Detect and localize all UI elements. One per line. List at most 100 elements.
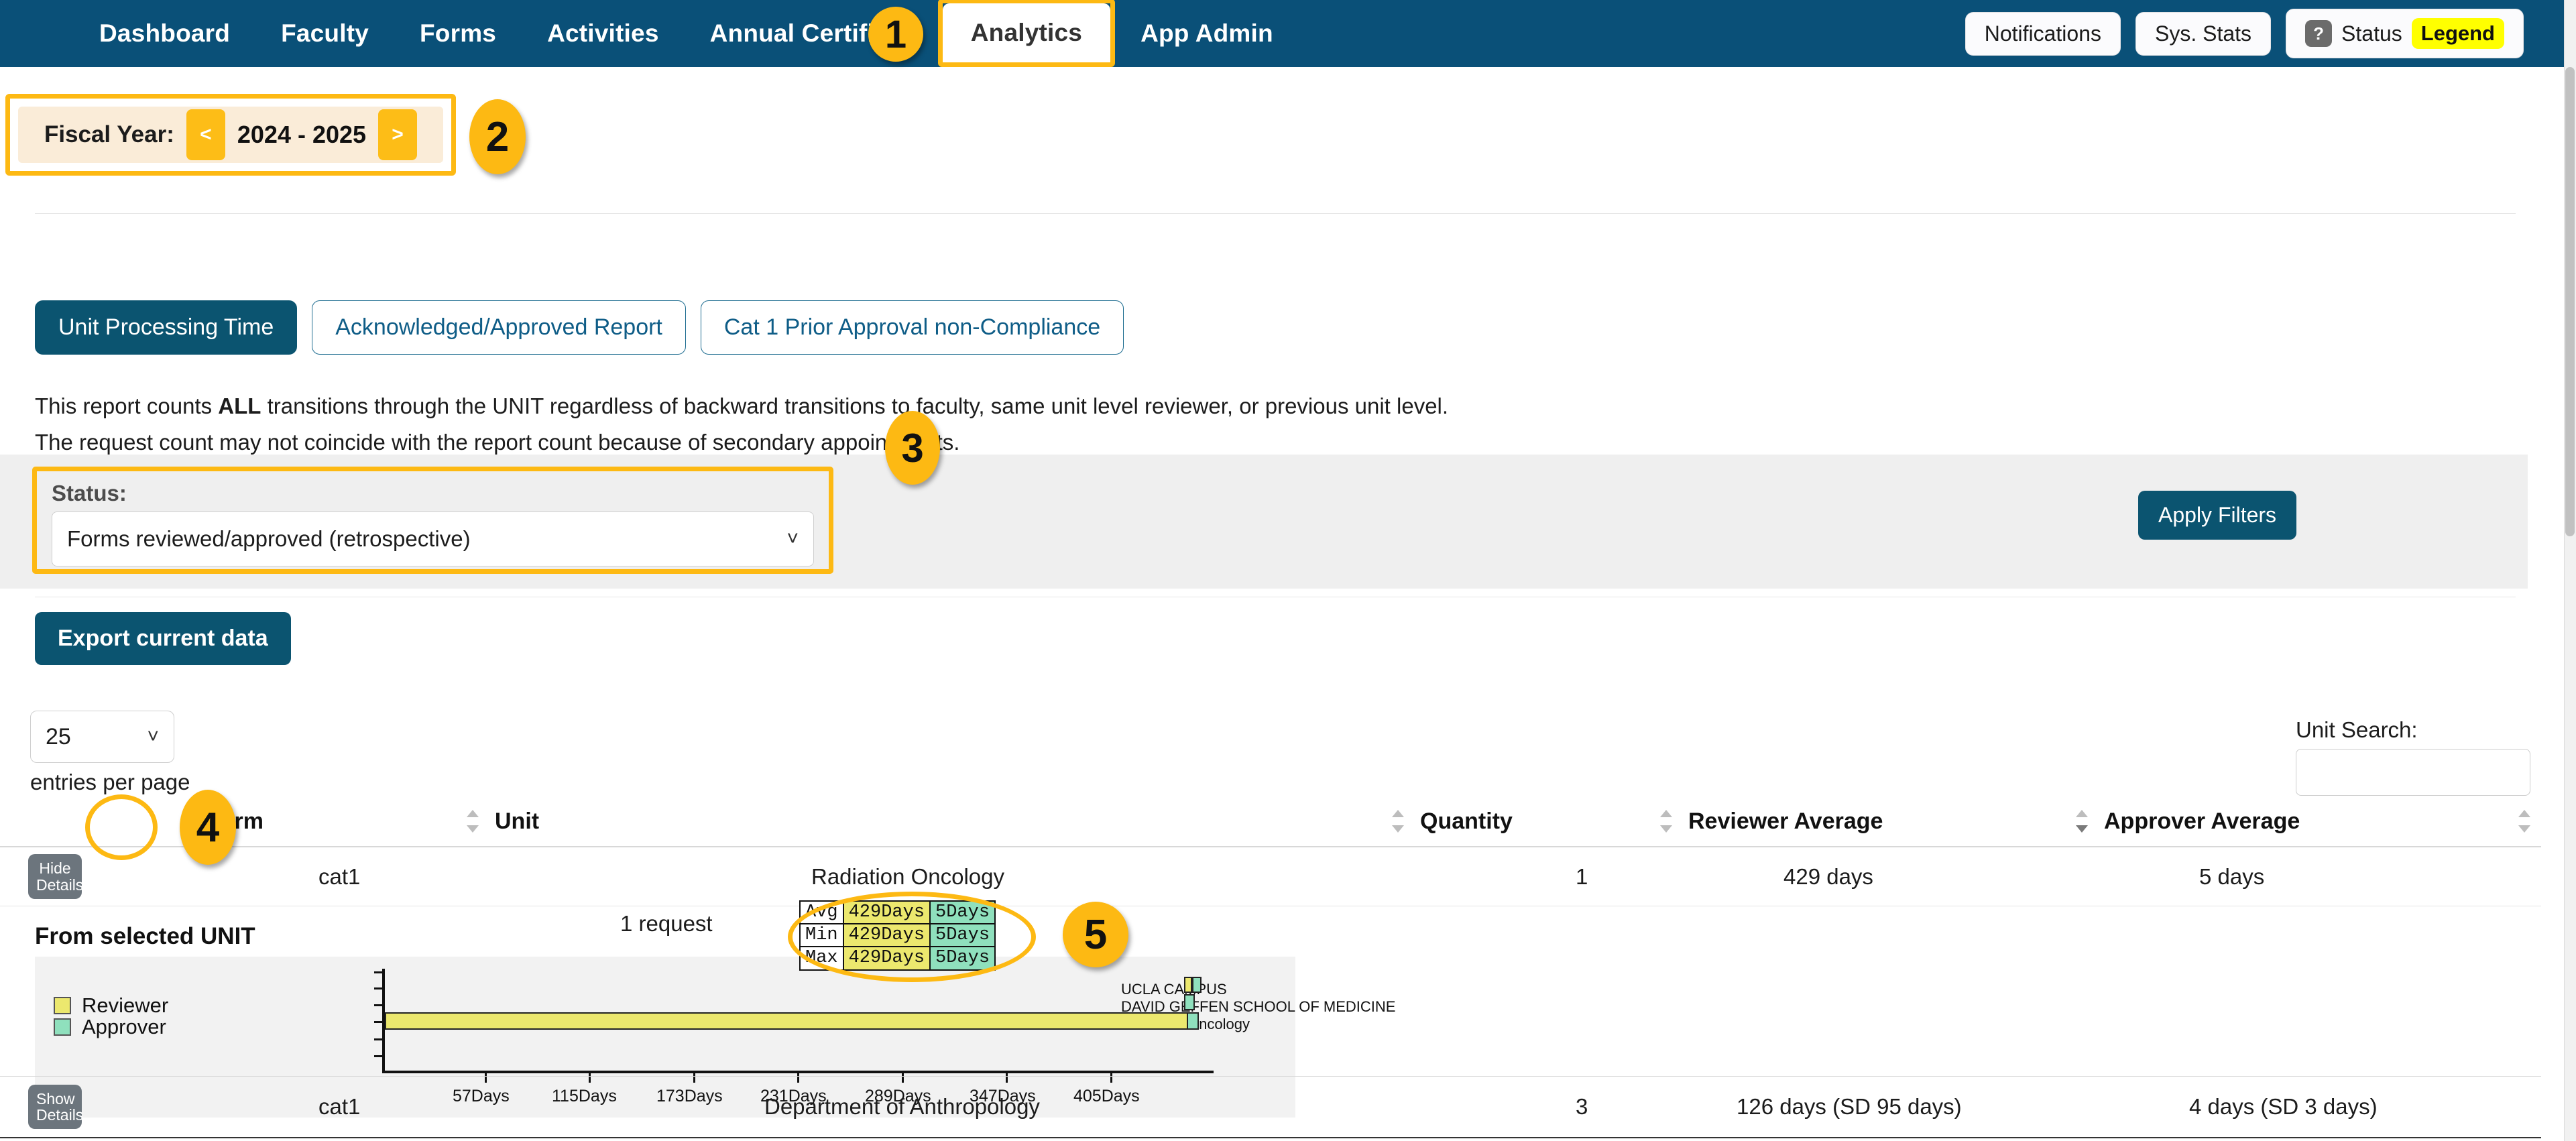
fiscal-year-label: Fiscal Year:: [44, 121, 174, 147]
table-row: Hide Details cat1 Radiation Oncology 1 4…: [0, 847, 2541, 906]
status-filter-highlight: Status: Forms reviewed/approved (retrosp…: [32, 467, 833, 574]
tab-acknowledged-approved-report[interactable]: Acknowledged/Approved Report: [312, 300, 686, 355]
sort-icon-form[interactable]: [467, 810, 479, 833]
callout-badge-4: 4: [180, 790, 236, 865]
report-description-line2: The request count may not coincide with …: [35, 430, 960, 455]
table-cell-reviewer-average: 126 days (SD 95 days): [1737, 1094, 1962, 1119]
tab-cat1-prior-approval-non-compliance[interactable]: Cat 1 Prior Approval non-Compliance: [700, 300, 1124, 355]
table-header-approver-average-label: Approver Average: [2104, 808, 2300, 834]
stats-row-avg: Avg 429Days 5Days: [799, 900, 996, 925]
table-header-row: Form Unit Quantity Reviewer Average Appr…: [0, 796, 2541, 847]
stats-label-max: Max: [799, 946, 844, 971]
legend-label-reviewer: Reviewer: [82, 994, 169, 1017]
chart-ylabel-ucla-campus: UCLA CAMPUS: [1121, 981, 1227, 998]
page-scrollbar-track[interactable]: [2564, 0, 2576, 1141]
fiscal-year-bar: Fiscal Year: < 2024 - 2025 >: [18, 107, 443, 163]
stats-approver-min: 5Days: [929, 923, 996, 948]
hide-details-line2: Details: [36, 876, 84, 894]
chart-ytick-5: [374, 1055, 382, 1057]
desc-part-c: transitions through the UNIT regardless …: [261, 394, 1449, 418]
sort-icon-approver-average[interactable]: [2518, 810, 2530, 833]
apply-filters-button[interactable]: Apply Filters: [2138, 491, 2297, 540]
nav-item-forms[interactable]: Forms: [394, 0, 522, 67]
stats-reviewer-avg: 429Days: [842, 900, 931, 925]
help-question-icon: ?: [2305, 20, 2333, 47]
unit-search-input[interactable]: [2296, 749, 2530, 796]
status-label: Status: [2341, 21, 2402, 46]
chart-bar-reviewer-radiation-oncology: [385, 1012, 1188, 1030]
desc-part-a: This report counts: [35, 394, 219, 418]
stats-approver-avg: 5Days: [929, 900, 996, 925]
chart-ytick-4: [374, 1038, 382, 1040]
table-row: Show Details cat1 Department of Anthropo…: [0, 1077, 2541, 1138]
nav-right-actions: Notifications Sys. Stats ? Status Legend: [1965, 9, 2564, 58]
report-tabs: Unit Processing Time Acknowledged/Approv…: [35, 300, 1124, 355]
stats-approver-max: 5Days: [929, 946, 996, 971]
nav-active-tab-highlight: Analytics: [937, 0, 1116, 67]
table-cell-form: cat1: [318, 1094, 361, 1119]
table-header-quantity[interactable]: Quantity: [1408, 808, 1676, 835]
table-cell-reviewer-average: 429 days: [1783, 863, 1873, 889]
table-header-approver-average[interactable]: Approver Average: [2092, 808, 2534, 835]
status-legend-button[interactable]: ? Status Legend: [2286, 9, 2524, 58]
entries-per-page-select[interactable]: 25 ˅: [30, 711, 174, 763]
desc-all-emphasis: ALL: [218, 394, 261, 418]
legend-label-approver: Approver: [82, 1015, 166, 1038]
chart-bar-reviewer-ucla-campus: [1184, 977, 1192, 993]
detail-title: From selected UNIT: [35, 923, 255, 949]
chart-ytick-0: [374, 971, 382, 973]
top-navbar: Dashboard Faculty Forms Activities Annua…: [0, 0, 2564, 67]
legend-badge: Legend: [2411, 18, 2504, 49]
table-cell-form: cat1: [318, 863, 361, 889]
chart-ytick-2: [374, 1004, 382, 1006]
hide-details-button[interactable]: Hide Details: [28, 854, 84, 899]
stats-label-min: Min: [799, 923, 844, 948]
table-cell-approver-average: 5 days: [2199, 863, 2265, 889]
sort-icon-unit[interactable]: [1392, 810, 1404, 833]
stats-reviewer-min: 429Days: [842, 923, 931, 948]
stats-label-avg: Avg: [799, 900, 844, 925]
hide-details-line1: Hide: [39, 859, 71, 878]
nav-item-activities[interactable]: Activities: [522, 0, 685, 67]
chart-ytick-1: [374, 987, 382, 989]
nav-item-analytics[interactable]: Analytics: [942, 3, 1111, 62]
chevron-down-icon: ˅: [147, 725, 159, 747]
nav-item-dashboard[interactable]: Dashboard: [74, 0, 255, 67]
status-select[interactable]: Forms reviewed/approved (retrospective) …: [52, 512, 814, 566]
nav-item-faculty[interactable]: Faculty: [255, 0, 394, 67]
table-header-reviewer-average-label: Reviewer Average: [1688, 808, 1883, 834]
stats-reviewer-max: 429Days: [842, 946, 931, 971]
sort-icon-quantity[interactable]: [1660, 810, 1672, 833]
status-select-value: Forms reviewed/approved (retrospective): [67, 526, 471, 551]
show-details-line1: Show: [36, 1089, 75, 1107]
nav-items: Dashboard Faculty Forms Activities Annua…: [0, 0, 1299, 67]
fiscal-year-prev-button[interactable]: <: [186, 109, 225, 160]
page-scrollbar-thumb[interactable]: [2565, 67, 2575, 536]
sys-stats-button[interactable]: Sys. Stats: [2135, 11, 2272, 56]
show-details-button[interactable]: Show Details: [28, 1084, 84, 1130]
entries-per-page-label: entries per page: [30, 770, 190, 794]
entries-per-page-value: 25: [46, 723, 71, 749]
table-header-reviewer-average[interactable]: Reviewer Average: [1676, 808, 2092, 835]
stats-row-min: Min 429Days 5Days: [799, 923, 996, 948]
chevron-down-icon: ˅: [786, 528, 799, 550]
show-details-line2: Details: [36, 1106, 84, 1124]
detail-stats-table: Avg 429Days 5Days Min 429Days 5Days Max …: [799, 900, 996, 971]
chart-bar-approver-ucla-campus: [1192, 977, 1202, 993]
tab-unit-processing-time[interactable]: Unit Processing Time: [35, 300, 298, 355]
fiscal-year-next-button[interactable]: >: [378, 109, 418, 160]
divider-under-fiscal-year: [35, 213, 2516, 214]
table-cell-approver-average: 4 days (SD 3 days): [2189, 1094, 2378, 1119]
chart-ytick-3: [374, 1021, 382, 1023]
table-header-form[interactable]: Form: [194, 808, 483, 835]
fiscal-year-value: 2024 - 2025: [237, 121, 367, 148]
legend-swatch-reviewer-icon: [54, 997, 71, 1014]
table-header-unit[interactable]: Unit: [483, 808, 1408, 835]
legend-swatch-approver-icon: [54, 1018, 71, 1036]
notifications-button[interactable]: Notifications: [1965, 11, 2121, 56]
export-current-data-button[interactable]: Export current data: [35, 612, 291, 665]
nav-item-app-admin[interactable]: App Admin: [1115, 0, 1299, 67]
sort-icon-reviewer-average[interactable]: [2076, 810, 2088, 833]
chart-bar-approver-dgsom: [1184, 994, 1195, 1010]
fiscal-year-highlight: Fiscal Year: < 2024 - 2025 >: [5, 94, 456, 176]
